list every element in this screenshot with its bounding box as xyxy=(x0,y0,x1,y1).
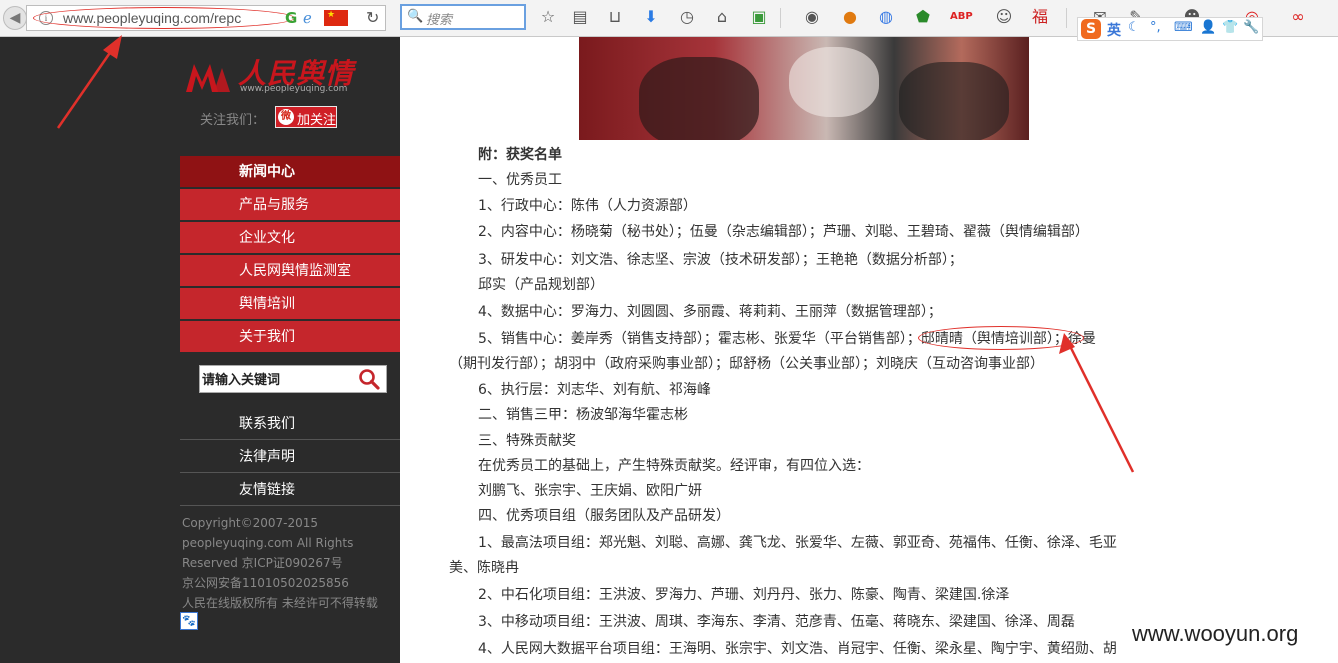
article-line: 1、最高法项目组：郑光魁、刘聪、高娜、龚飞龙、张爱华、左薇、郭亚奇、苑福伟、任衡… xyxy=(478,535,1117,551)
link-friends[interactable]: 友情链接 xyxy=(180,473,400,506)
sogou-icon[interactable]: S xyxy=(1081,19,1101,39)
sidebar-nav: 新闻中心 产品与服务 企业文化 人民网舆情监测室 舆情培训 关于我们 xyxy=(180,156,400,354)
baidu-paw-icon[interactable]: 🐾 xyxy=(180,612,198,630)
reading-list-icon[interactable]: ▤ xyxy=(570,8,590,26)
follow-button-label: 加关注 xyxy=(297,113,337,128)
article-line: 6、执行层：刘志华、刘有航、祁海峰 xyxy=(478,382,711,398)
article-line: 3、研发中心：刘文浩、徐志坚、宗波（技术研发部）；王艳艳（数据分析部）； xyxy=(478,252,963,268)
toolbar-divider xyxy=(780,8,781,28)
search-placeholder: 搜索 xyxy=(426,13,453,28)
nav-item-culture[interactable]: 企业文化 xyxy=(180,222,400,253)
history-icon[interactable]: ◷ xyxy=(677,8,697,26)
link-ext-icon[interactable]: ∞ xyxy=(1288,8,1308,26)
bookmark-star-icon[interactable]: ☆ xyxy=(538,8,558,26)
keyword-input[interactable]: 请输入关键词 xyxy=(202,369,280,388)
browser-toolbar: ◀ i www.peopleyuqing.com/repc G ℯ ★ ↻ 🔍 … xyxy=(0,0,1338,41)
follow-label: 关注我们： xyxy=(200,113,266,128)
article-line: （期刊发行部）；胡羽中（政府采购事业部）；邸舒杨（公关事业部）；刘晓庆（互动咨询… xyxy=(449,356,1044,372)
ime-toolbar[interactable]: S 英 ☾ °, ⌨ 👤 👕 🔧 xyxy=(1077,17,1263,41)
article-line: 4、数据中心：罗海力、刘圆圆、多丽霞、蒋莉莉、王丽萍（数据管理部）； xyxy=(478,304,942,320)
globe-icon[interactable]: ◉ xyxy=(802,8,822,26)
g-extension-icon[interactable]: G xyxy=(285,9,297,27)
article-line: 邱实（产品规划部） xyxy=(478,277,604,293)
punct-icon[interactable]: °, xyxy=(1150,20,1161,35)
logo-icon[interactable] xyxy=(184,60,234,94)
nav-item-about[interactable]: 关于我们 xyxy=(180,321,400,352)
toolbar-divider xyxy=(1066,8,1067,28)
search-box[interactable]: 🔍 搜索 xyxy=(400,4,526,30)
article-line: 4、人民网大数据平台项目组：王海明、张宗宇、刘文浩、肖冠宇、任衡、梁永星、陶宁宇… xyxy=(478,641,1117,657)
article-line: 三、特殊贡献奖 xyxy=(478,433,576,449)
watermark: www.wooyun.org xyxy=(1132,621,1299,646)
copyright-line: Copyright©2007-2015 xyxy=(182,516,319,530)
weibo-icon: 微 xyxy=(278,109,294,125)
link-contact[interactable]: 联系我们 xyxy=(180,407,400,440)
user-icon[interactable]: 👤 xyxy=(1200,20,1216,35)
moon-icon[interactable]: ☾ xyxy=(1128,20,1140,35)
article-line: 3、中移动项目组：王洪波、周琪、李海东、李清、范彦青、伍毫、蒋晓东、梁建国、徐泽… xyxy=(478,614,1075,630)
pocket-icon[interactable]: ⊔ xyxy=(605,8,625,26)
adblock-icon[interactable]: ABP xyxy=(950,8,973,26)
link-legal[interactable]: 法律声明 xyxy=(180,440,400,473)
article-line: 二、销售三甲：杨波邹海华霍志彬 xyxy=(478,407,688,423)
article-line: 附：获奖名单 xyxy=(478,147,562,163)
sidebar-search: 请输入关键词 xyxy=(199,365,387,393)
logo-url: www.peopleyuqing.com xyxy=(240,84,348,94)
article-line: 刘鹏飞、张宗宇、王庆娟、欧阳广妍 xyxy=(478,483,702,499)
china-flag-icon: ★ xyxy=(324,10,348,26)
article-line: 四、优秀项目组（服务团队及产品研发） xyxy=(478,508,730,524)
ime-lang-toggle[interactable]: 英 xyxy=(1107,20,1121,40)
keyboard-icon[interactable]: ⌨ xyxy=(1174,20,1193,35)
nav-item-monitor-lab[interactable]: 人民网舆情监测室 xyxy=(180,255,400,286)
copyright-line: peopleyuqing.com All Rights xyxy=(182,536,354,550)
wrench-icon[interactable]: 🔧 xyxy=(1243,20,1259,35)
url-annotation-oval xyxy=(33,7,295,29)
copyright-line: 人民在线版权所有 未经许可不得转载 xyxy=(182,596,378,610)
nav-item-news[interactable]: 新闻中心 xyxy=(180,156,400,187)
reload-icon[interactable]: ↻ xyxy=(366,8,379,27)
article-line: 美、陈晓冉 xyxy=(449,560,519,576)
nav-item-training[interactable]: 舆情培训 xyxy=(180,288,400,319)
article-photo xyxy=(579,37,1029,140)
back-button[interactable]: ◀ xyxy=(3,6,27,30)
annotation-oval xyxy=(918,326,1084,350)
search-icon: 🔍 xyxy=(407,9,424,24)
shield-icon[interactable]: ⬟ xyxy=(913,8,933,26)
shirt-icon[interactable]: 👕 xyxy=(1222,20,1238,35)
search-icon[interactable] xyxy=(358,368,380,390)
smiley-icon[interactable]: ☺ xyxy=(994,8,1014,26)
nav-item-products[interactable]: 产品与服务 xyxy=(180,189,400,220)
article-line: 2、中石化项目组：王洪波、罗海力、芦珊、刘丹丹、张力、陈豪、陶青、梁建国.徐泽 xyxy=(478,587,1010,603)
article-line: 一、优秀员工 xyxy=(478,172,562,188)
copyright: Copyright©2007-2015 peopleyuqing.com All… xyxy=(182,513,400,613)
ie-tab-icon[interactable]: ℯ xyxy=(303,9,312,27)
fox-icon[interactable]: ● xyxy=(840,8,860,26)
article-line: 1、行政中心：陈伟（人力资源部） xyxy=(478,198,697,214)
fu-icon[interactable]: 福 xyxy=(1030,8,1050,26)
address-bar[interactable]: i www.peopleyuqing.com/repc G ℯ ★ ↻ xyxy=(26,5,386,31)
download-icon[interactable]: ⬇ xyxy=(641,8,661,26)
copyright-line: 京公网安备11010502025856 xyxy=(182,576,349,590)
copyright-line: Reserved 京ICP证090267号 xyxy=(182,556,343,570)
chrome-icon[interactable]: ◍ xyxy=(876,8,896,26)
extension-icon[interactable]: ▣ xyxy=(749,8,769,26)
follow-button[interactable]: 微 加关注 xyxy=(275,106,337,128)
sidebar-links: 联系我们 法律声明 友情链接 xyxy=(180,407,400,506)
article-line: 2、内容中心：杨晓菊（秘书处）；伍曼（杂志编辑部）；芦珊、刘聪、王碧琦、翟薇（舆… xyxy=(478,224,1089,240)
article-line: 在优秀员工的基础上，产生特殊贡献奖。经评审，有四位入选： xyxy=(478,458,870,474)
home-icon[interactable]: ⌂ xyxy=(712,8,732,26)
